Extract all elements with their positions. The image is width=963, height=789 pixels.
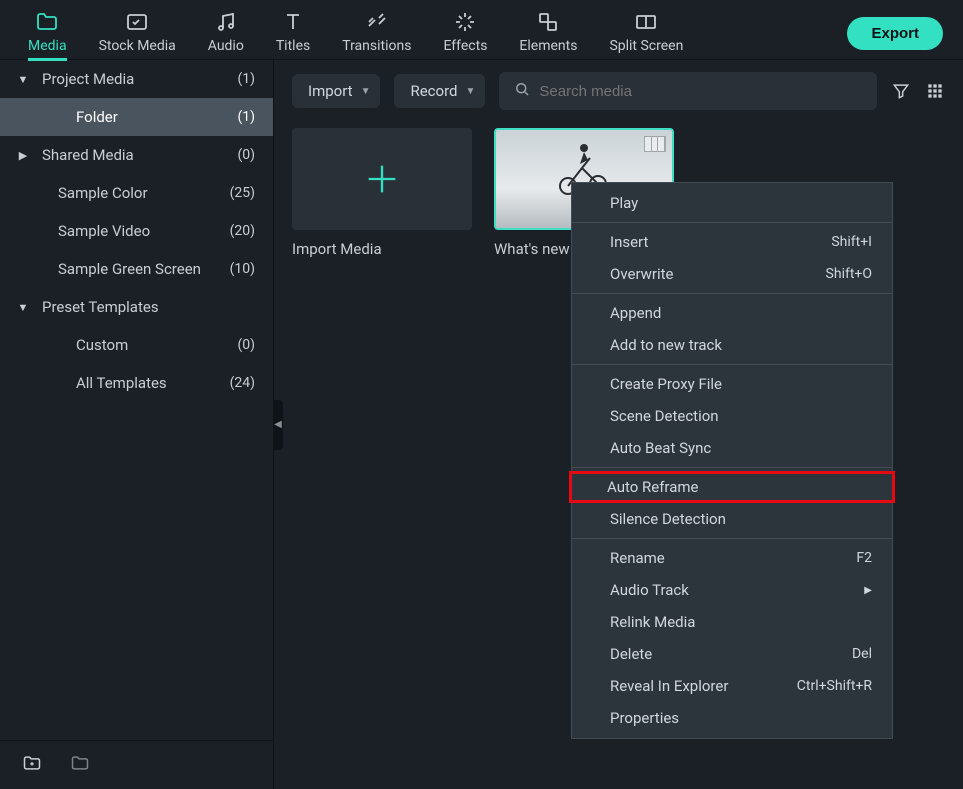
sidebar-item-preset-templates[interactable]: ▼ Preset Templates bbox=[0, 288, 273, 326]
grid-view-icon[interactable] bbox=[925, 81, 945, 101]
elements-icon bbox=[536, 10, 560, 34]
ctx-relink[interactable]: Relink Media bbox=[572, 606, 892, 638]
tab-label: Effects bbox=[443, 38, 487, 54]
import-thumb bbox=[292, 128, 472, 230]
collapse-handle[interactable]: ◀ bbox=[273, 400, 283, 450]
chevron-down-icon: ▼ bbox=[16, 301, 30, 314]
tab-label: Split Screen bbox=[609, 38, 683, 54]
effects-icon bbox=[453, 10, 477, 34]
tab-elements[interactable]: Elements bbox=[503, 8, 593, 60]
plus-icon bbox=[362, 159, 402, 199]
ctx-play[interactable]: Play bbox=[572, 187, 892, 219]
sidebar-item-all-templates[interactable]: All Templates (24) bbox=[0, 364, 273, 402]
ctx-scene[interactable]: Scene Detection bbox=[572, 400, 892, 432]
search-box[interactable] bbox=[499, 72, 877, 110]
tab-label: Audio bbox=[208, 38, 244, 54]
chevron-down-icon: ▼ bbox=[466, 86, 476, 97]
sidebar-item-sample-green[interactable]: Sample Green Screen (10) bbox=[0, 250, 273, 288]
context-menu: Play InsertShift+I OverwriteShift+O Appe… bbox=[571, 182, 893, 739]
folder-icon bbox=[35, 10, 59, 34]
ctx-proxy[interactable]: Create Proxy File bbox=[572, 368, 892, 400]
sidebar-item-sample-color[interactable]: Sample Color (25) bbox=[0, 174, 273, 212]
tab-media[interactable]: Media bbox=[12, 8, 83, 60]
delete-folder-icon[interactable] bbox=[70, 753, 90, 777]
tab-label: Media bbox=[28, 38, 67, 54]
chevron-down-icon: ▼ bbox=[16, 73, 30, 86]
ctx-beat[interactable]: Auto Beat Sync bbox=[572, 432, 892, 464]
tab-effects[interactable]: Effects bbox=[427, 8, 503, 60]
ctx-append[interactable]: Append bbox=[572, 297, 892, 329]
ctx-add-track[interactable]: Add to new track bbox=[572, 329, 892, 361]
chevron-down-icon: ▼ bbox=[361, 86, 371, 97]
record-dropdown[interactable]: Record ▼ bbox=[394, 74, 485, 108]
chevron-right-icon: ▶ bbox=[16, 149, 30, 162]
top-nav: Media Stock Media Audio Titles Transitio… bbox=[0, 0, 963, 60]
transitions-icon bbox=[365, 10, 389, 34]
content-toolbar: Import ▼ Record ▼ bbox=[292, 72, 945, 110]
sidebar-footer bbox=[0, 740, 273, 789]
sidebar-item-sample-video[interactable]: Sample Video (20) bbox=[0, 212, 273, 250]
split-icon bbox=[634, 10, 658, 34]
ctx-delete[interactable]: DeleteDel bbox=[572, 638, 892, 670]
search-icon bbox=[513, 80, 531, 102]
sidebar-item-shared-media[interactable]: ▶ Shared Media (0) bbox=[0, 136, 273, 174]
ctx-auto-reframe[interactable]: Auto Reframe bbox=[569, 471, 895, 503]
tab-label: Transitions bbox=[342, 38, 411, 54]
tab-transitions[interactable]: Transitions bbox=[326, 8, 427, 60]
tab-titles[interactable]: Titles bbox=[260, 8, 326, 60]
ctx-rename[interactable]: RenameF2 bbox=[572, 542, 892, 574]
tab-split-screen[interactable]: Split Screen bbox=[593, 8, 699, 60]
music-icon bbox=[214, 10, 238, 34]
ctx-silence[interactable]: Silence Detection bbox=[572, 503, 892, 535]
content-panel: ◀ Import ▼ Record ▼ Import Media bbox=[274, 60, 963, 789]
tab-audio[interactable]: Audio bbox=[192, 8, 260, 60]
new-folder-icon[interactable] bbox=[22, 753, 42, 777]
tab-label: Stock Media bbox=[99, 38, 176, 54]
sidebar-item-custom[interactable]: Custom (0) bbox=[0, 326, 273, 364]
stock-icon bbox=[125, 10, 149, 34]
ctx-audio-track[interactable]: Audio Track▶ bbox=[572, 574, 892, 606]
filter-icon[interactable] bbox=[891, 81, 911, 101]
ctx-insert[interactable]: InsertShift+I bbox=[572, 226, 892, 258]
text-icon bbox=[281, 10, 305, 34]
tab-stock-media[interactable]: Stock Media bbox=[83, 8, 192, 60]
sidebar-item-project-media[interactable]: ▼ Project Media (1) bbox=[0, 60, 273, 98]
tab-label: Titles bbox=[276, 38, 310, 54]
tab-label: Elements bbox=[519, 38, 577, 54]
ctx-properties[interactable]: Properties bbox=[572, 702, 892, 734]
sidebar: ▼ Project Media (1) Folder (1) ▶ Shared … bbox=[0, 60, 274, 789]
chevron-left-icon: ◀ bbox=[274, 419, 282, 430]
sidebar-item-folder[interactable]: Folder (1) bbox=[0, 98, 273, 136]
chevron-right-icon: ▶ bbox=[864, 585, 872, 596]
ctx-overwrite[interactable]: OverwriteShift+O bbox=[572, 258, 892, 290]
import-dropdown[interactable]: Import ▼ bbox=[292, 74, 380, 108]
video-marker-icon bbox=[644, 136, 666, 152]
ctx-reveal[interactable]: Reveal In ExplorerCtrl+Shift+R bbox=[572, 670, 892, 702]
card-caption: Import Media bbox=[292, 240, 472, 258]
import-media-card[interactable]: Import Media bbox=[292, 128, 472, 258]
export-button[interactable]: Export bbox=[847, 17, 943, 50]
search-input[interactable] bbox=[539, 83, 863, 100]
